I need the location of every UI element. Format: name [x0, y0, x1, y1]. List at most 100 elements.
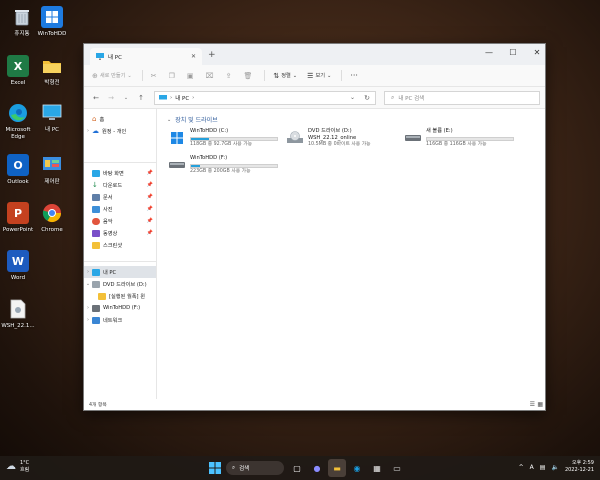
- cut-button[interactable]: ✂: [151, 72, 159, 80]
- desktop-icon-control-panel[interactable]: 제어판: [32, 152, 72, 196]
- desktop-icon-wintohdd[interactable]: WinToHDD: [32, 4, 72, 48]
- video-icon: [92, 229, 100, 237]
- nav-item-dvd-folder[interactable]: [실행된 월폭] 윈: [84, 290, 156, 302]
- weather-widget[interactable]: ☁ 1°C 흐림: [6, 460, 29, 473]
- desktop-icon-word[interactable]: W Word: [0, 248, 38, 292]
- view-button[interactable]: ☰ 보기 ⌄: [307, 72, 331, 80]
- chevron-up-icon[interactable]: ^: [519, 464, 524, 471]
- nav-item-label: 바탕 화면: [103, 170, 124, 177]
- nav-item-my-pc[interactable]: › 내 PC: [84, 266, 156, 278]
- desktop-icon-label: PowerPoint: [2, 227, 34, 233]
- divider: [264, 70, 266, 81]
- usage-bar: [190, 164, 278, 168]
- taskbar-store[interactable]: ▦: [368, 459, 386, 477]
- nav-item-screenshots[interactable]: 스크린샷: [84, 239, 156, 251]
- pin-icon[interactable]: 📌: [147, 170, 153, 176]
- address-dropdown-icon[interactable]: ⌄: [350, 94, 355, 101]
- volume-icon[interactable]: 🔈: [551, 464, 558, 471]
- nav-item-videos[interactable]: 동영상 📌: [84, 227, 156, 239]
- new-button[interactable]: ⊕ 새로 만들기 ⌄: [92, 72, 132, 80]
- search-placeholder: 내 PC 검색: [398, 95, 425, 102]
- nav-item-home[interactable]: ⌂ 홈: [84, 113, 156, 125]
- ime-indicator[interactable]: A: [530, 464, 534, 471]
- back-button[interactable]: ←: [90, 94, 102, 102]
- minimize-button[interactable]: —: [477, 44, 501, 61]
- up-button[interactable]: ↑: [135, 94, 147, 102]
- excel-icon: X: [7, 55, 29, 77]
- nav-item-wintohdd-f[interactable]: › WinToHDD (F:): [84, 302, 156, 314]
- outlook-icon: O: [7, 154, 29, 176]
- weather-desc: 흐림: [20, 466, 30, 473]
- copy-icon: ❐: [168, 71, 175, 80]
- forward-button[interactable]: →: [105, 94, 117, 102]
- close-window-button[interactable]: ✕: [525, 44, 549, 61]
- desktop-icon-chrome[interactable]: Chrome: [32, 200, 72, 244]
- rename-button[interactable]: ⌧: [206, 72, 216, 80]
- desktop-icon-label: WSH_22.1...: [1, 323, 35, 329]
- address-bar[interactable]: › 내 PC › ⌄ ↻: [154, 90, 376, 105]
- pin-icon[interactable]: 📌: [147, 218, 153, 224]
- refresh-icon[interactable]: ↻: [364, 94, 370, 102]
- paste-button[interactable]: ▣: [187, 72, 196, 80]
- drive-item-c[interactable]: WinToHDD (C:) 118GB 중 92.7GB 사용 가능: [167, 128, 287, 154]
- recent-locations-button[interactable]: ⌄: [120, 95, 132, 101]
- nav-item-label: DVD 드라이브 (D:): [103, 281, 147, 288]
- drive-item-f[interactable]: WinToHDD (F:) 223GB 중 200GB 사용 가능: [167, 155, 287, 181]
- tiles-view-icon[interactable]: ▦: [537, 401, 543, 408]
- sort-button-label: 정렬: [281, 73, 291, 79]
- desktop-icon-label: Word: [10, 275, 26, 281]
- hard-drive-icon: [92, 304, 100, 312]
- close-tab-icon[interactable]: ✕: [191, 53, 196, 60]
- nav-item-onedrive[interactable]: › ☁ 원정 - 개인: [84, 125, 156, 137]
- details-view-icon[interactable]: ☰: [530, 401, 535, 408]
- copy-button[interactable]: ❐: [169, 72, 177, 80]
- delete-button[interactable]: 🗑: [243, 72, 254, 80]
- sort-button[interactable]: ⇅ 정렬 ⌄: [273, 72, 297, 80]
- search-input[interactable]: ⌕ 내 PC 검색: [384, 90, 540, 105]
- clock[interactable]: 오후 2:59 2022-12-21: [565, 460, 594, 474]
- taskbar-file-explorer[interactable]: ▬: [328, 459, 346, 477]
- desktop-icon-my-pc[interactable]: 내 PC: [32, 100, 72, 144]
- nav-item-dvd-drive[interactable]: ⌄ DVD 드라이브 (D:): [84, 278, 156, 290]
- pin-icon[interactable]: 📌: [147, 230, 153, 236]
- divider: [141, 70, 143, 81]
- nav-item-music[interactable]: 음악 📌: [84, 215, 156, 227]
- tab-my-pc[interactable]: 내 PC ✕: [90, 48, 202, 65]
- nav-item-documents[interactable]: 문서 📌: [84, 191, 156, 203]
- nav-item-network[interactable]: › 네트워크: [84, 314, 156, 326]
- usage-bar-fill: [191, 165, 200, 167]
- drive-item-d[interactable]: DVD 드라이브 (D:) WSH_22.12_online 10.5MB 중 …: [285, 128, 405, 154]
- nav-item-label: 네트워크: [103, 317, 123, 324]
- group-header[interactable]: ⌄ 장치 및 드라이브: [167, 115, 545, 125]
- desktop-icon-folder[interactable]: 박형전: [32, 53, 72, 97]
- dvd-drive-icon: [285, 128, 305, 148]
- nav-item-pictures[interactable]: 사진 📌: [84, 203, 156, 215]
- desktop-icon-label: Chrome: [41, 227, 63, 233]
- desktop-icon-file[interactable]: WSH_22.1...: [0, 296, 38, 340]
- more-button[interactable]: ···: [350, 71, 358, 80]
- title-bar[interactable]: 내 PC ✕ + — ☐ ✕: [84, 44, 545, 65]
- pin-icon[interactable]: 📌: [147, 182, 153, 188]
- chat-button[interactable]: ●: [308, 459, 326, 477]
- nav-item-desktop[interactable]: 바탕 화면 📌: [84, 167, 156, 179]
- task-view-button[interactable]: ▢: [288, 459, 306, 477]
- drive-item-e[interactable]: 새 볼륨 (E:) 116GB 중 116GB 사용 가능: [403, 128, 523, 154]
- taskbar-terminal[interactable]: ▭: [388, 459, 406, 477]
- taskbar-search[interactable]: ⌕ 검색: [226, 461, 284, 475]
- network-icon[interactable]: ▤: [540, 464, 546, 471]
- maximize-button[interactable]: ☐: [501, 44, 525, 61]
- dvd-drive-icon: [92, 280, 100, 288]
- share-button[interactable]: ⇪: [226, 72, 234, 80]
- pin-icon[interactable]: 📌: [147, 206, 153, 212]
- pin-icon[interactable]: 📌: [147, 194, 153, 200]
- breadcrumb-chevron-icon: ›: [170, 94, 173, 101]
- file-explorer-window[interactable]: 내 PC ✕ + — ☐ ✕ ⊕ 새로 만들기 ⌄ ✂ ❐ ▣ ⌧ ⇪ 🗑 ⇅ 정렬 ⌄…: [83, 43, 546, 411]
- taskbar-edge[interactable]: ◉: [348, 459, 366, 477]
- start-button[interactable]: [206, 459, 224, 477]
- nav-item-downloads[interactable]: ↓ 다운로드 📌: [84, 179, 156, 191]
- monitor-icon: [41, 102, 63, 124]
- clock-date: 2022-12-21: [564, 467, 594, 473]
- breadcrumb-my-pc[interactable]: 내 PC: [175, 94, 189, 102]
- nav-item-label: 음악: [103, 218, 113, 225]
- new-tab-button[interactable]: +: [208, 50, 216, 60]
